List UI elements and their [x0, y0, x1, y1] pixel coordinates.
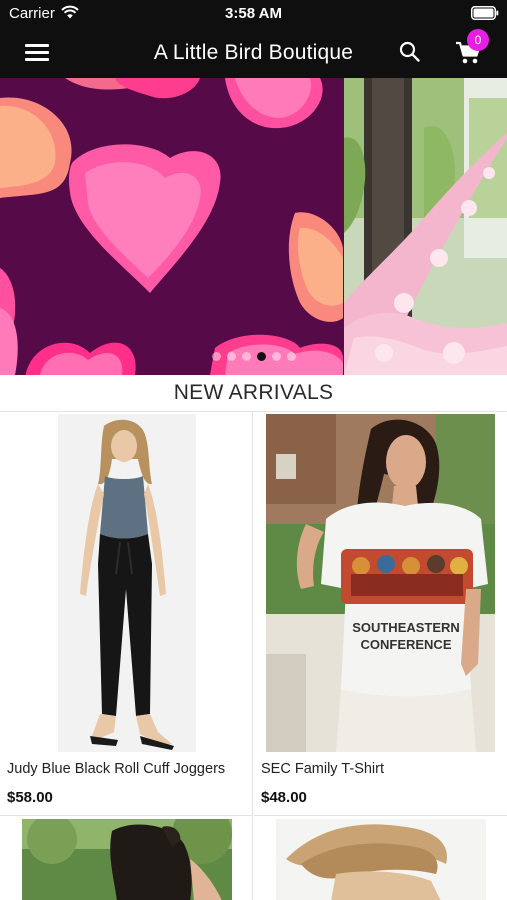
- product-name: Judy Blue Black Roll Cuff Joggers: [7, 761, 226, 777]
- nav-bar: A Little Bird Boutique: [0, 28, 507, 78]
- store-title: A Little Bird Boutique: [153, 41, 354, 64]
- product-image: SOUTHEASTERN CONFERENCE: [266, 414, 495, 752]
- svg-text:CONFERENCE: CONFERENCE: [360, 637, 451, 652]
- cart-count-badge: 0: [467, 29, 489, 51]
- product-card[interactable]: Judy Blue Black Roll Cuff Joggers $58.00: [0, 412, 253, 816]
- carousel-dot[interactable]: [241, 352, 251, 361]
- section-title: NEW ARRIVALS: [173, 381, 334, 404]
- carousel-dot-active[interactable]: [256, 352, 266, 361]
- product-price: $48.00: [261, 789, 307, 806]
- clock: 3:58 AM: [225, 5, 282, 22]
- product-name: SEC Family T-Shirt: [261, 761, 385, 777]
- carousel-pagination: [0, 352, 507, 364]
- carousel-dot[interactable]: [271, 352, 281, 361]
- battery-icon: [471, 6, 499, 25]
- carousel-dot[interactable]: [211, 352, 221, 361]
- product-card[interactable]: SOUTHEASTERN CONFERENCE SEC Family T-Shi…: [254, 412, 507, 816]
- product-image: [22, 819, 232, 900]
- svg-text:SOUTHEASTERN: SOUTHEASTERN: [352, 620, 460, 635]
- search-button[interactable]: [398, 40, 422, 64]
- banner-carousel[interactable]: [0, 78, 507, 375]
- carousel-dot[interactable]: [226, 352, 236, 361]
- hearts-banner-image: [0, 78, 343, 375]
- carousel-dot[interactable]: [286, 352, 296, 361]
- product-image: [276, 819, 486, 900]
- product-grid: Judy Blue Black Roll Cuff Joggers $58.00…: [0, 411, 507, 900]
- cardigan-banner-image: [344, 78, 507, 375]
- product-card[interactable]: [254, 817, 507, 900]
- product-card[interactable]: [0, 817, 253, 900]
- product-image: [12, 414, 241, 752]
- product-price: $58.00: [7, 789, 53, 806]
- search-icon: [399, 41, 420, 62]
- status-bar: Carrier 3:58 AM: [0, 0, 507, 28]
